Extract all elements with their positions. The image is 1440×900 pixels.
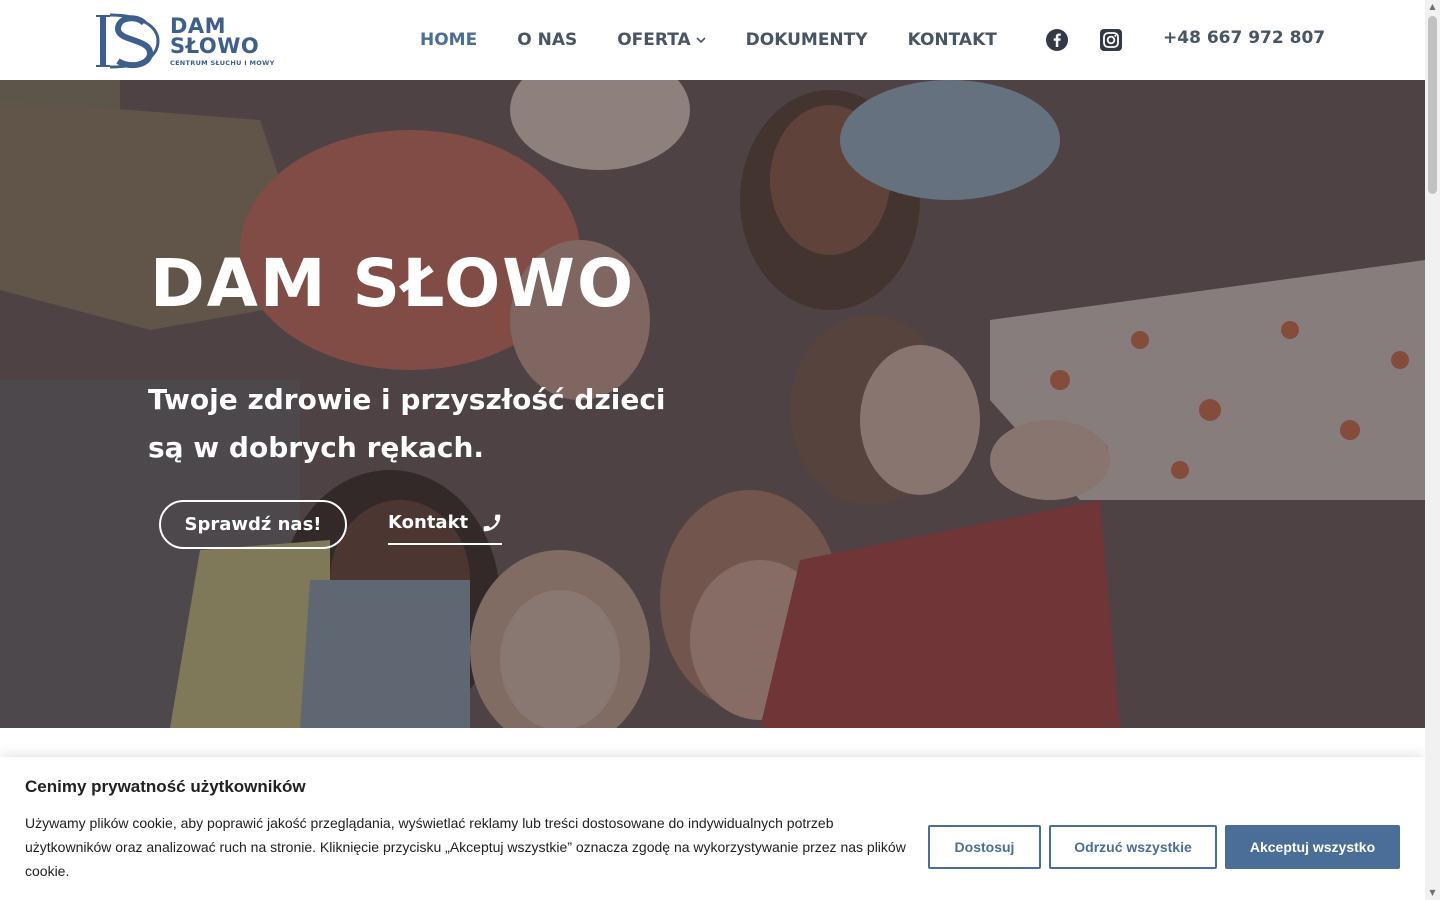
hero-subtitle: Twoje zdrowie i przyszłość dzieci są w d… [148, 383, 666, 464]
scroll-up-icon[interactable]: ▲ [1428, 2, 1437, 12]
chevron-down-icon [696, 37, 706, 44]
contact-button[interactable]: Kontakt [388, 508, 503, 545]
hero-section: DAM SŁOWO Twoje zdrowie i przyszłość dzi… [0, 80, 1425, 728]
hero-title: DAM SŁOWO [150, 245, 636, 322]
reject-all-cookies-button[interactable]: Odrzuć wszystkie [1049, 825, 1217, 869]
accept-all-cookies-button[interactable]: Akceptuj wszystko [1225, 825, 1400, 869]
nav-item-label: KONTAKT [907, 30, 997, 50]
nav-item-label: OFERTA [617, 30, 691, 50]
scroll-thumb[interactable] [1428, 16, 1437, 194]
cookie-title: Cenimy prywatność użytkowników [25, 777, 306, 796]
site-logo[interactable]: DAM SŁOWO CENTRUM SŁUCHU I MOWY [92, 12, 297, 70]
page-scrollbar[interactable]: ▲ ▼ [1425, 0, 1440, 900]
main-nav: HOME O NAS OFERTA DOKUMENTY KONTAKT [420, 0, 1037, 80]
cookie-text: Używamy plików cookie, aby poprawić jako… [25, 815, 906, 879]
logo-text: DAM SŁOWO CENTRUM SŁUCHU I MOWY [170, 13, 275, 67]
nav-item-home[interactable]: HOME [420, 30, 477, 50]
nav-item-label: O NAS [517, 30, 578, 50]
logo-tagline: CENTRUM SŁUCHU I MOWY [170, 58, 275, 67]
nav-item-dokumenty[interactable]: DOKUMENTY [746, 30, 868, 50]
logo-name-line2: SŁOWO [170, 33, 260, 58]
site-header: DAM SŁOWO CENTRUM SŁUCHU I MOWY HOME O N… [0, 0, 1425, 80]
check-us-button[interactable]: Sprawdź nas! [159, 500, 347, 549]
cookie-consent-banner: Cenimy prywatność użytkowników Używamy p… [0, 757, 1425, 900]
phone-icon [483, 514, 501, 531]
logo-name-line1: DAM [170, 13, 227, 38]
contact-button-label: Kontakt [388, 512, 469, 533]
nav-item-o-nas[interactable]: O NAS [517, 30, 577, 50]
scroll-down-icon[interactable]: ▼ [1428, 888, 1437, 898]
phone-link[interactable]: +48 667 972 807 [1163, 28, 1325, 48]
customize-cookies-button[interactable]: Dostosuj [928, 825, 1041, 869]
nav-item-label: DOKUMENTY [745, 30, 868, 50]
nav-item-oferta[interactable]: OFERTA [617, 30, 706, 50]
nav-item-kontakt[interactable]: KONTAKT [908, 30, 997, 50]
logo-mark-icon [96, 13, 160, 69]
nav-item-label: HOME [420, 30, 478, 50]
facebook-icon[interactable] [1045, 28, 1069, 52]
instagram-icon[interactable] [1099, 28, 1123, 52]
